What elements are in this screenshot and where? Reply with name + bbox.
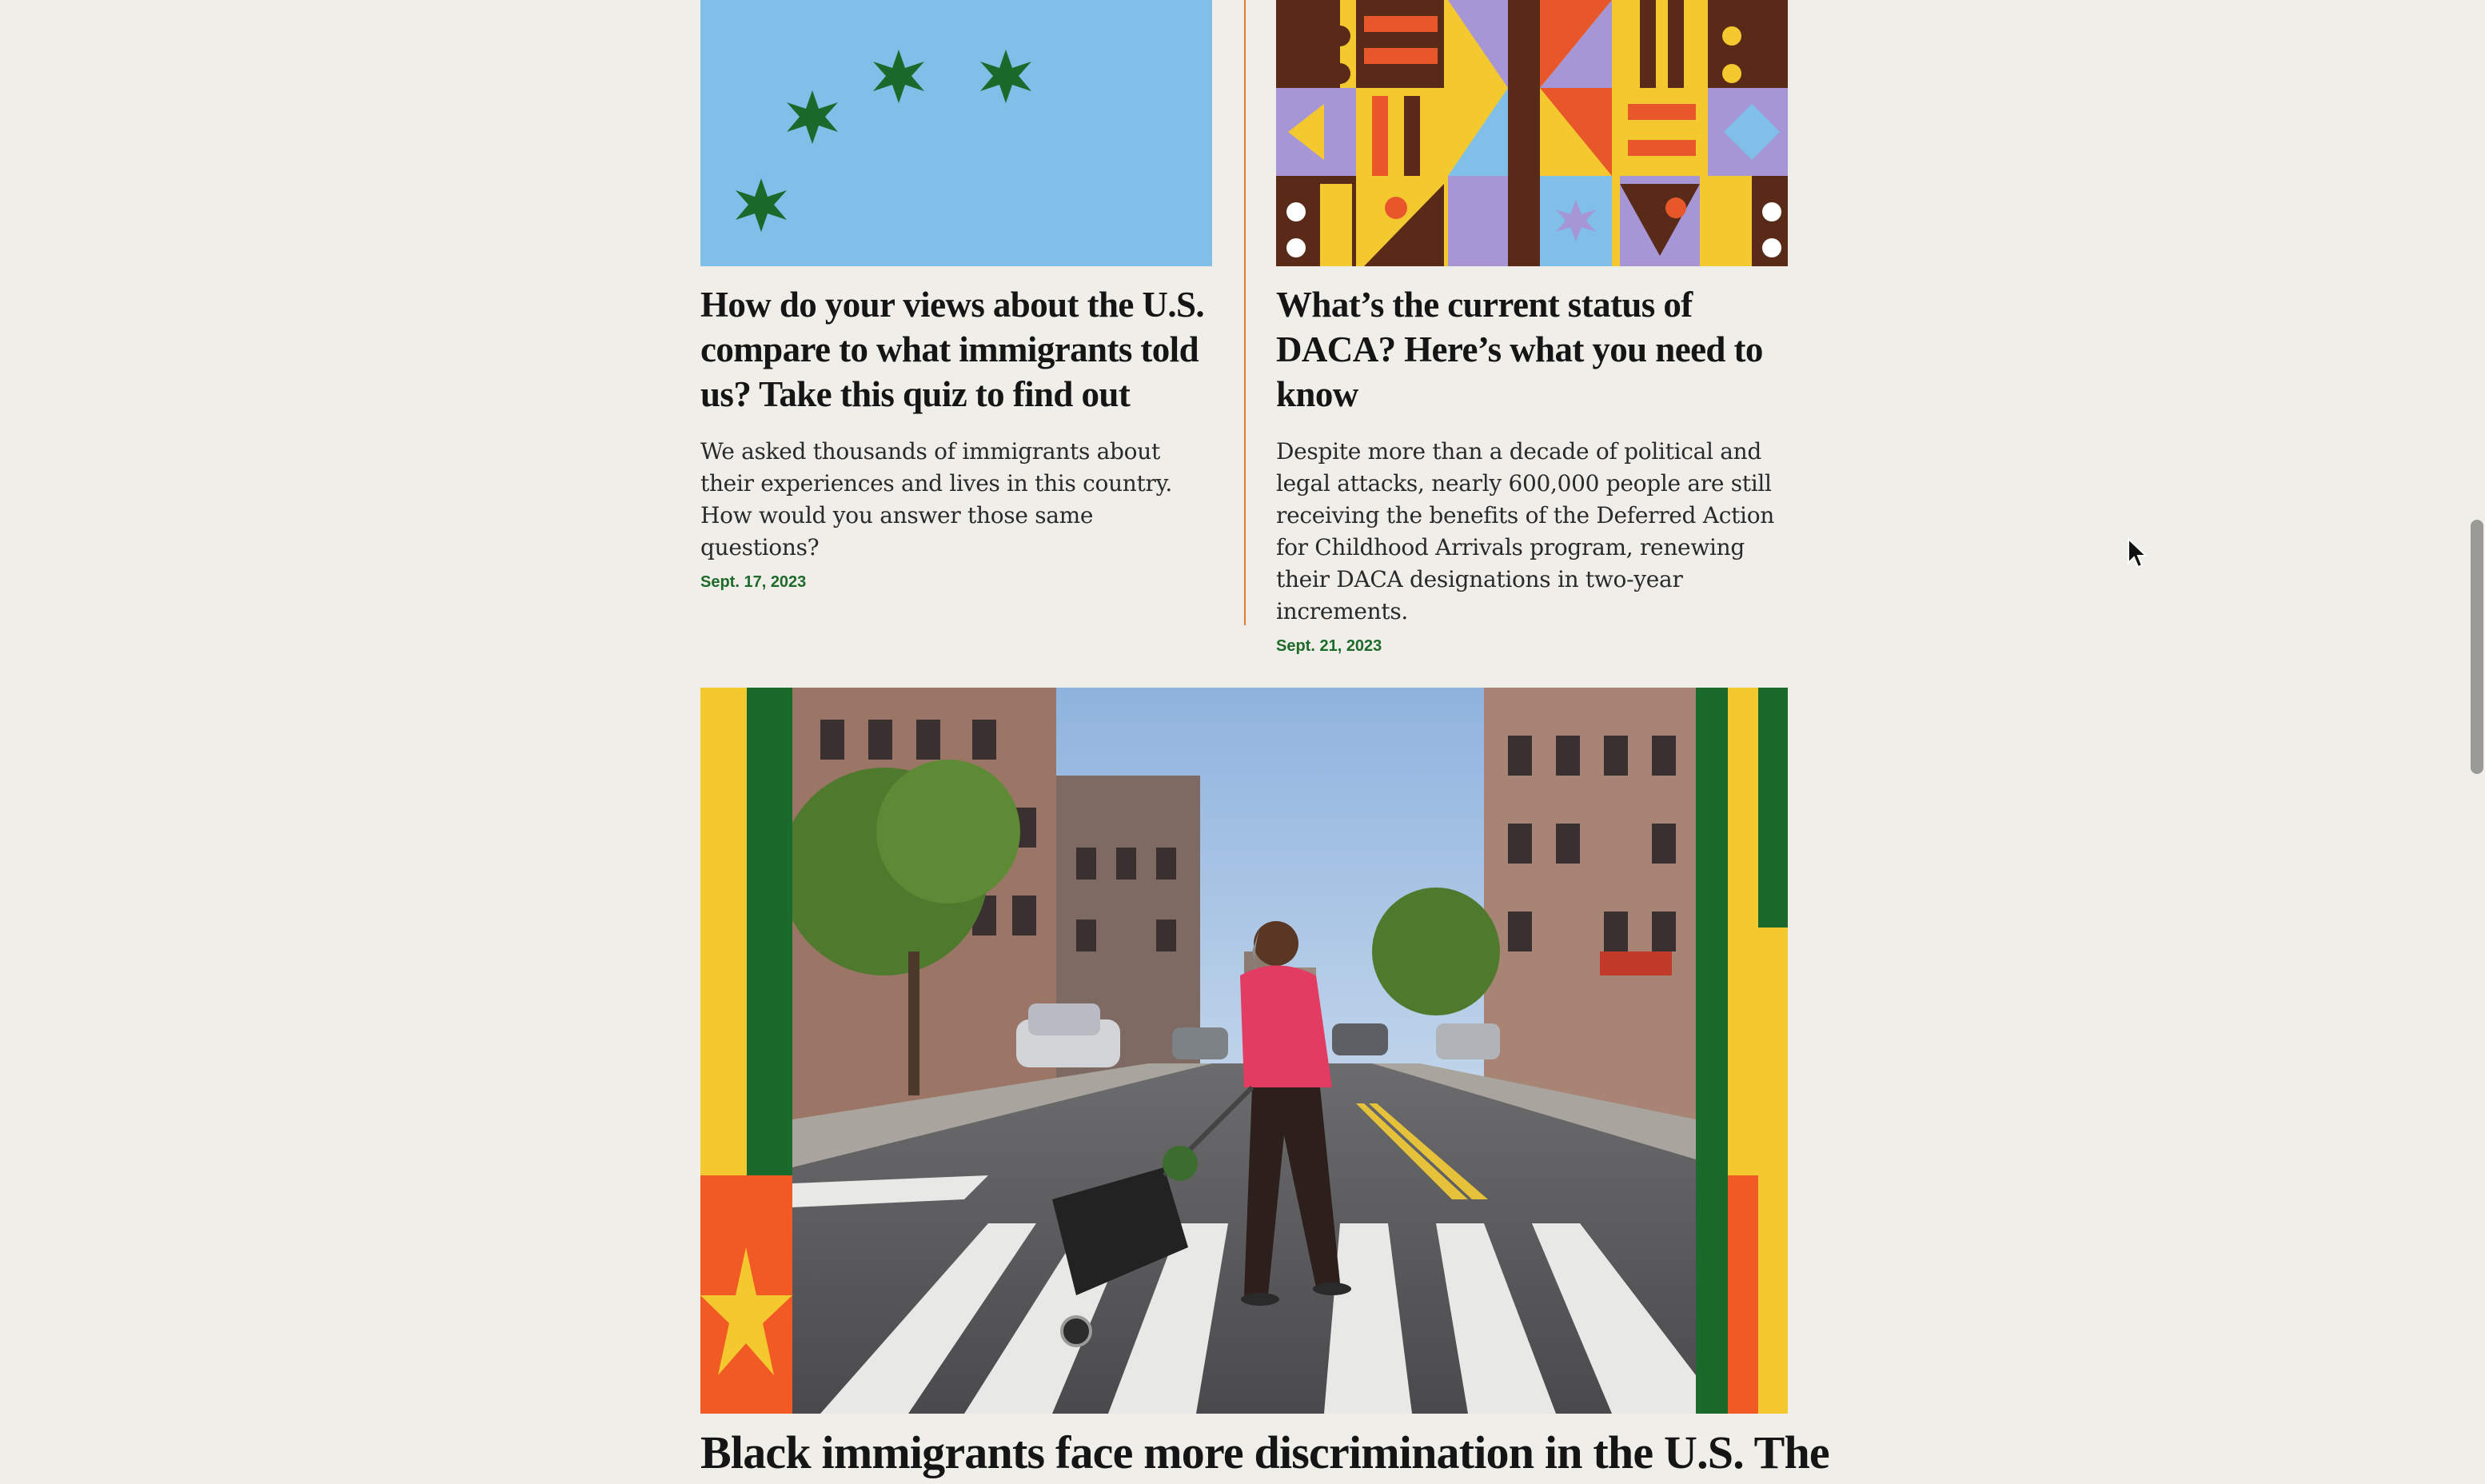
mouse-cursor-icon xyxy=(2128,537,2148,568)
article-date: Sept. 17, 2023 xyxy=(700,573,807,591)
article-card-quiz[interactable]: How do your views about the U.S. compare… xyxy=(700,0,1212,592)
scrollbar-thumb[interactable] xyxy=(2471,520,2483,774)
feature-headline[interactable]: Black immigrants face more discriminatio… xyxy=(700,1425,1830,1481)
feature-image[interactable] xyxy=(700,688,1788,1414)
vertical-scrollbar[interactable] xyxy=(2466,0,2485,1484)
article-card-daca[interactable]: What’s the current status of DACA? Here’… xyxy=(1276,0,1788,656)
article-dek: Despite more than a decade of political … xyxy=(1276,438,1774,624)
article-image-stars[interactable] xyxy=(700,0,1212,266)
article-image-pattern[interactable] xyxy=(1276,0,1788,266)
article-headline[interactable]: What’s the current status of DACA? Here’… xyxy=(1276,282,1788,417)
article-dek: We asked thousands of immigrants about t… xyxy=(700,438,1172,560)
article-headline[interactable]: How do your views about the U.S. compare… xyxy=(700,282,1212,417)
geometric-pattern-illustration-icon xyxy=(1276,0,1788,266)
stars-illustration-icon xyxy=(700,0,1212,266)
article-grid-page: How do your views about the U.S. compare… xyxy=(0,0,2485,1484)
street-crosswalk-photo-icon xyxy=(700,688,1788,1414)
article-date: Sept. 21, 2023 xyxy=(1276,637,1382,655)
column-divider xyxy=(1244,0,1246,625)
